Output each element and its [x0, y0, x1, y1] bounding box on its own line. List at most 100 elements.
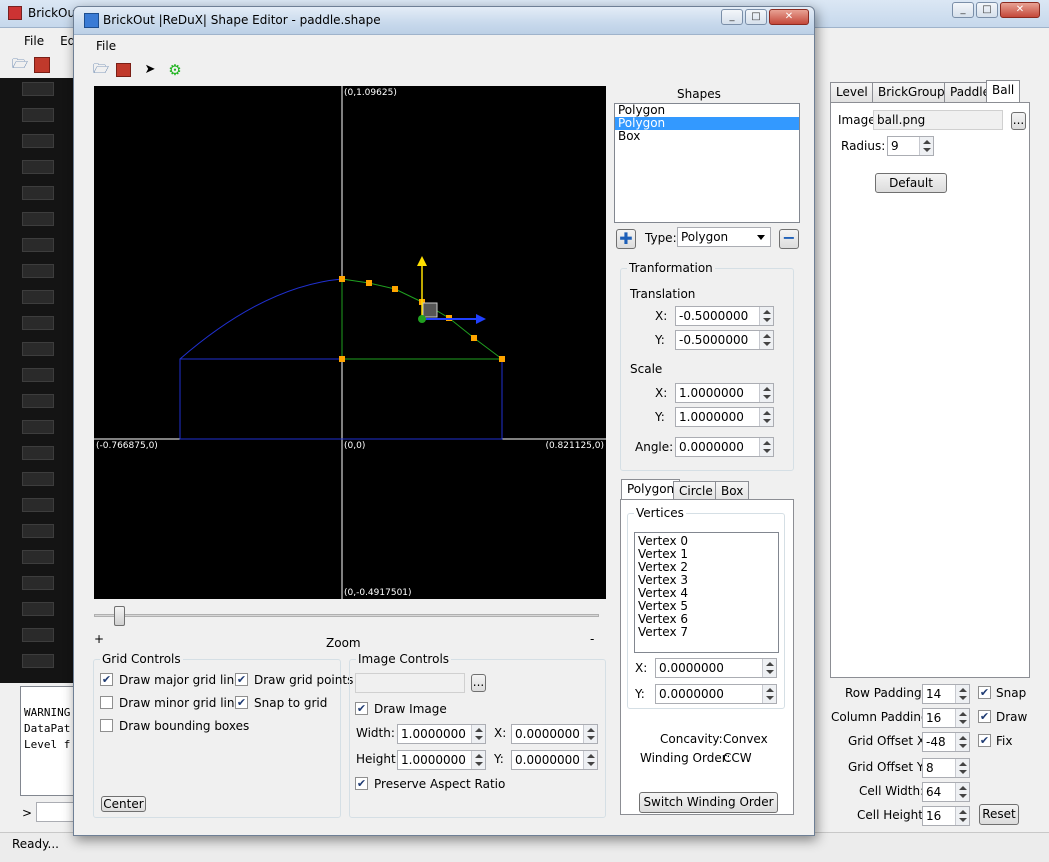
polygon-tab-panel: Vertices Vertex 0 Vertex 1 Vertex 2 Vert… [620, 499, 794, 815]
cell-height-stepper[interactable]: 16 [922, 806, 970, 826]
scale-x-stepper[interactable]: 1.0000000 [675, 383, 774, 403]
scale-x-label: X: [655, 386, 668, 400]
angle-stepper[interactable]: 0.0000000 [675, 437, 774, 457]
editor-close-button[interactable]: ✕ [769, 9, 809, 25]
snap-label: Snap [996, 686, 1027, 700]
cell-height-label: Cell Height: [857, 808, 927, 822]
x-axis-arrow-icon [476, 314, 486, 324]
grid-points-checkbox[interactable]: ✔ [235, 673, 248, 686]
switch-winding-order-button[interactable]: Switch Winding Order [639, 792, 778, 813]
minor-grid-checkbox[interactable] [100, 696, 113, 709]
zoom-plus-label: + [94, 632, 105, 646]
tab-box[interactable]: Box [715, 481, 750, 501]
editor-maximize-button[interactable]: □ [745, 9, 767, 25]
snap-checkbox[interactable]: ✔ [978, 686, 991, 699]
major-grid-label: Draw major grid lines [119, 673, 248, 687]
snap-to-grid-checkbox[interactable]: ✔ [235, 696, 248, 709]
tab-polygon[interactable]: Polygon [621, 479, 681, 501]
editor-toolbar: 🗁 ➤ ⚙ [88, 59, 208, 83]
editor-menu-file[interactable]: File [88, 35, 124, 57]
center-button[interactable]: Center [101, 796, 146, 812]
fix-label: Fix [996, 734, 1013, 748]
transformation-group: Tranformation Translation X: -0.5000000 … [620, 261, 794, 471]
draw-checkbox[interactable]: ✔ [978, 710, 991, 723]
scale-y-stepper[interactable]: 1.0000000 [675, 407, 774, 427]
vertices-group: Vertices Vertex 0 Vertex 1 Vertex 2 Vert… [627, 506, 785, 709]
bounding-boxes-label: Draw bounding boxes [119, 719, 250, 733]
image-width-label: Width: [356, 726, 395, 740]
image-x-stepper[interactable]: 0.0000000 [511, 724, 598, 744]
transformation-title: Tranformation [627, 261, 715, 275]
image-path-field[interactable] [355, 673, 465, 693]
column-padding-stepper[interactable]: 16 [922, 708, 970, 728]
editor-minimize-button[interactable]: _ [721, 9, 743, 25]
shape-canvas[interactable]: (0,1.09625) (-0.766875,0) (0,0) (0.82112… [94, 86, 606, 599]
shape-drawing [94, 86, 606, 599]
row-padding-label: Row Padding: [845, 686, 926, 700]
tab-ball[interactable]: Ball [986, 80, 1021, 102]
close-button[interactable]: ✕ [1000, 2, 1040, 18]
zoom-slider[interactable] [94, 605, 599, 627]
shapes-list-item-selected[interactable]: Polygon [615, 117, 799, 130]
app-icon [8, 6, 22, 20]
tab-level[interactable]: Level [830, 82, 874, 102]
fix-checkbox[interactable]: ✔ [978, 734, 991, 747]
open-folder-icon[interactable]: 🗁 [93, 62, 109, 78]
snap-to-grid-label: Snap to grid [254, 696, 328, 710]
image-height-stepper[interactable]: 1.0000000 [397, 750, 486, 770]
minimize-button[interactable]: _ [952, 2, 974, 18]
translation-x-label: X: [655, 309, 668, 323]
add-shape-button[interactable]: ✚ [616, 229, 636, 249]
scale-y-label: Y: [655, 410, 665, 424]
cell-width-stepper[interactable]: 64 [922, 782, 970, 802]
image-y-stepper[interactable]: 0.0000000 [511, 750, 598, 770]
shapes-list[interactable]: Polygon Polygon Box [614, 103, 800, 223]
maximize-button[interactable]: □ [976, 2, 998, 18]
vertex-y-label: Y: [635, 687, 645, 701]
level-canvas[interactable] [0, 78, 80, 683]
image-controls-title: Image Controls [356, 652, 452, 666]
shapes-list-item[interactable]: Box [615, 130, 799, 143]
zoom-slider-thumb[interactable] [114, 606, 125, 626]
bounding-boxes-checkbox[interactable] [100, 719, 113, 732]
shape-type-select[interactable]: Polygon [677, 227, 771, 247]
translation-x-stepper[interactable]: -0.5000000 [675, 306, 774, 326]
vertex-list-item[interactable]: Vertex 7 [635, 626, 778, 639]
editor-title: BrickOut |ReDuX| Shape Editor - paddle.s… [103, 13, 381, 27]
gear-icon[interactable]: ⚙ [167, 62, 183, 78]
draw-image-checkbox[interactable]: ✔ [355, 702, 368, 715]
shapes-title: Shapes [677, 87, 721, 101]
image-height-label: Height: [356, 752, 400, 766]
image-width-stepper[interactable]: 1.0000000 [397, 724, 486, 744]
default-button[interactable]: Default [875, 173, 947, 193]
row-padding-stepper[interactable]: 14 [922, 684, 970, 704]
menu-file[interactable]: File [16, 30, 52, 52]
ball-image-field[interactable]: ball.png [873, 110, 1003, 130]
save-icon[interactable] [116, 63, 131, 77]
open-folder-icon[interactable]: 🗁 [12, 57, 28, 73]
image-browse-button[interactable]: ... [471, 674, 486, 692]
save-icon[interactable] [34, 57, 50, 73]
grid-points-label: Draw grid points [254, 673, 354, 687]
box-shape [179, 358, 503, 440]
vertex-y-stepper[interactable]: 0.0000000 [655, 684, 777, 704]
ball-radius-stepper[interactable]: 9 [887, 136, 934, 156]
select-arrow-icon[interactable]: ➤ [142, 62, 158, 78]
reset-button[interactable]: Reset [979, 804, 1019, 825]
editor-title-bar: BrickOut |ReDuX| Shape Editor - paddle.s… [74, 7, 814, 35]
grid-offset-x-stepper[interactable]: -48 [922, 732, 970, 752]
translation-y-stepper[interactable]: -0.5000000 [675, 330, 774, 350]
vertex-x-stepper[interactable]: 0.0000000 [655, 658, 777, 678]
minor-grid-label: Draw minor grid lines [119, 696, 249, 710]
cell-width-label: Cell Width: [859, 784, 925, 798]
major-grid-checkbox[interactable]: ✔ [100, 673, 113, 686]
vertices-title: Vertices [634, 506, 686, 520]
ball-image-browse-button[interactable]: ... [1011, 112, 1026, 130]
canvas-origin-label: (0,0) [344, 441, 366, 451]
tab-circle[interactable]: Circle [673, 481, 719, 501]
grid-offset-y-stepper[interactable]: 8 [922, 758, 970, 778]
remove-shape-button[interactable]: − [779, 229, 799, 249]
vertex-x-label: X: [635, 661, 648, 675]
vertices-list[interactable]: Vertex 0 Vertex 1 Vertex 2 Vertex 3 Vert… [634, 532, 779, 653]
preserve-aspect-checkbox[interactable]: ✔ [355, 777, 368, 790]
